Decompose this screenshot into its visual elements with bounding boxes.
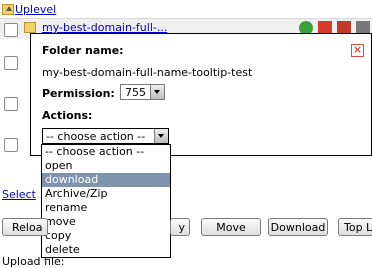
row-checkbox[interactable] bbox=[4, 138, 18, 152]
actions-label: Actions: bbox=[42, 109, 93, 122]
permission-value: 755 bbox=[125, 86, 146, 99]
upload-file-label: Upload file: bbox=[2, 255, 65, 268]
copy-button[interactable]: y bbox=[170, 218, 190, 236]
move-button[interactable]: Move bbox=[201, 218, 261, 236]
folder-icon bbox=[24, 22, 36, 33]
action-option[interactable]: Archive/Zip bbox=[42, 187, 170, 201]
row-checkbox[interactable] bbox=[4, 56, 18, 70]
uplevel-label[interactable]: Uplevel bbox=[15, 3, 56, 16]
action-options-list: -- choose action -- open download Archiv… bbox=[41, 144, 171, 258]
action-option[interactable]: copy bbox=[42, 229, 170, 243]
action-select[interactable]: -- choose action -- bbox=[42, 128, 169, 144]
folder-up-icon bbox=[2, 3, 14, 15]
permission-label: Permission: bbox=[42, 87, 115, 100]
folder-name-label: Folder name: bbox=[42, 44, 124, 57]
download-button[interactable]: Download bbox=[268, 218, 328, 236]
action-option[interactable]: open bbox=[42, 159, 170, 173]
top-level-button[interactable]: Top Le bbox=[338, 218, 372, 236]
chevron-down-icon[interactable] bbox=[150, 85, 164, 99]
row-checkbox[interactable] bbox=[4, 97, 18, 111]
chevron-down-icon[interactable] bbox=[154, 129, 168, 143]
permission-select[interactable]: 755 bbox=[120, 84, 165, 100]
action-option-selected[interactable]: download bbox=[42, 173, 170, 187]
uplevel-link[interactable]: Uplevel bbox=[2, 2, 56, 16]
reload-button[interactable]: Reloa bbox=[2, 218, 48, 236]
folder-tooltip: Folder name: × my-best-domain-full-name-… bbox=[30, 33, 372, 156]
folder-name-value: my-best-domain-full-name-tooltip-test bbox=[42, 66, 253, 79]
action-select-value: -- choose action -- bbox=[46, 130, 146, 143]
action-option[interactable]: move bbox=[42, 215, 170, 229]
row-checkbox[interactable] bbox=[4, 23, 18, 37]
select-link[interactable]: Select bbox=[2, 188, 36, 201]
action-option[interactable]: rename bbox=[42, 201, 170, 215]
close-icon[interactable]: × bbox=[351, 44, 364, 57]
action-option[interactable]: -- choose action -- bbox=[42, 145, 170, 159]
